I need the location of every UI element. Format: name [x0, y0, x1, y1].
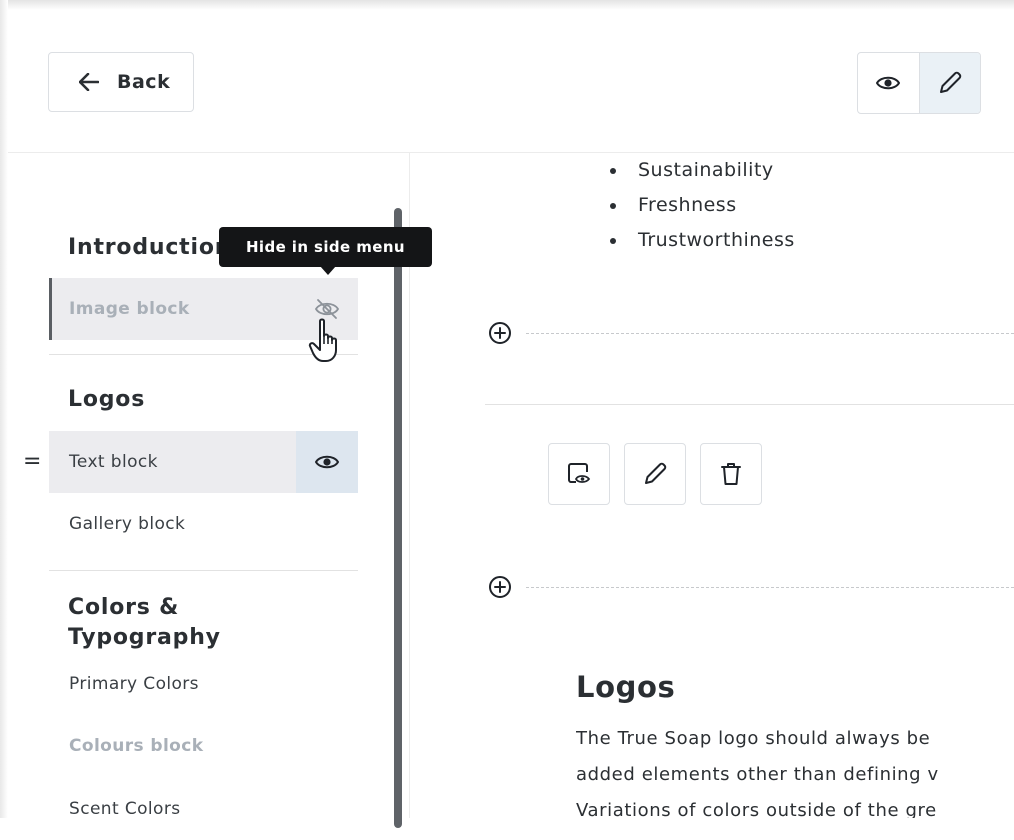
edit-block-button[interactable] — [624, 443, 686, 505]
preview-mode-button[interactable] — [858, 53, 919, 113]
sidebar-scrollbar[interactable] — [394, 208, 402, 828]
pencil-icon — [939, 71, 961, 93]
paragraph-line: added elements other than defining v — [576, 764, 939, 785]
paragraph-line: Variations of colors outside of the gre — [576, 800, 937, 818]
eye-icon — [876, 76, 901, 90]
hide-in-menu-button[interactable] — [296, 431, 358, 493]
sidebar-item-label: Scent Colors — [69, 799, 181, 819]
sidebar-item-primary-colors[interactable]: Primary Colors — [49, 653, 358, 715]
sidebar-item-label: Primary Colors — [69, 674, 199, 694]
section-heading: Logos — [576, 670, 676, 704]
paragraph-line: The True Soap logo should always be — [576, 728, 931, 749]
view-mode-toggle — [857, 52, 981, 114]
edit-mode-button[interactable] — [918, 53, 980, 113]
back-button-label: Back — [117, 71, 171, 93]
tooltip-arrow — [320, 266, 336, 275]
window-frame-top — [0, 0, 1014, 10]
text-block-paragraph: The True Soap logo should always be adde… — [576, 721, 1014, 818]
eye-icon — [315, 455, 339, 469]
hand-cursor-icon — [308, 318, 337, 362]
toggle-visibility-button[interactable] — [548, 443, 610, 505]
window-frame-left — [0, 0, 8, 818]
list-item: Sustainability — [608, 153, 795, 188]
list-item: Trustworthiness — [608, 223, 795, 258]
eye-off-icon — [314, 299, 340, 319]
tooltip: Hide in side menu — [219, 227, 432, 267]
sidebar-item-scent-colors[interactable]: Scent Colors — [49, 778, 358, 840]
sidebar-item-gallery-block[interactable]: Gallery block — [49, 493, 358, 555]
sidebar-item-label: Text block — [69, 452, 158, 472]
trash-icon — [721, 463, 741, 485]
drag-handle[interactable]: = — [23, 449, 41, 474]
sidebar-section-title: Logos — [68, 387, 146, 412]
bullet-list: Sustainability Freshness Trustworthiness — [608, 153, 795, 258]
delete-block-button[interactable] — [700, 443, 762, 505]
add-block-row — [488, 574, 1014, 600]
back-button[interactable]: Back — [48, 52, 194, 112]
sidebar-item-label: Colours block — [69, 736, 204, 756]
add-block-row — [488, 320, 1014, 346]
arrow-left-icon — [79, 73, 99, 91]
sidebar-section-title: Colors & Typography — [68, 595, 221, 650]
section-divider — [49, 570, 358, 571]
pencil-icon — [645, 462, 667, 484]
content-canvas: Sustainability Freshness Trustworthiness — [410, 153, 1014, 818]
plus-circle-icon[interactable] — [488, 321, 512, 345]
hide-block-icon — [568, 463, 591, 483]
sidebar-section-title: Introduction — [68, 235, 232, 260]
add-block-divider — [526, 332, 1014, 334]
sidebar-item-label: Image block — [69, 299, 190, 319]
sidebar-item-text-block[interactable]: Text block — [49, 431, 358, 493]
editor-header: Back — [8, 10, 1014, 153]
plus-circle-icon[interactable] — [488, 575, 512, 599]
add-block-divider — [526, 586, 1014, 588]
sidebar-item-label: Gallery block — [69, 514, 186, 534]
block-separator — [485, 404, 1014, 405]
list-item: Freshness — [608, 188, 795, 223]
sidebar-item-colours-block[interactable]: Colours block — [49, 715, 358, 777]
